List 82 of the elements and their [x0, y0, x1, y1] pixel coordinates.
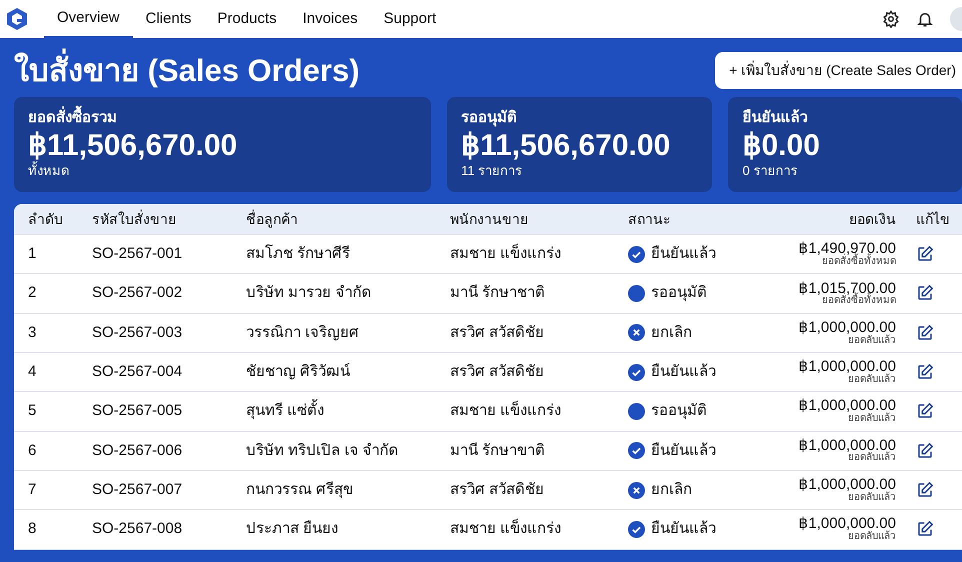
table-cell-text: สมชาย แข็งแกร่ง [449, 518, 562, 540]
table-cell-text: SO-2567-003 [91, 322, 184, 343]
amount-caption: ยอดลับแล้ว [847, 336, 896, 346]
column-header: สถานะ [627, 210, 672, 229]
edit-icon[interactable] [916, 363, 934, 381]
table-cell-text: SO-2567-005 [91, 401, 184, 422]
table-cell-text: สรวิศ สวัสดิชัย [449, 362, 546, 382]
settings-icon[interactable] [882, 10, 900, 28]
column-header: พนักงานขาย [449, 210, 529, 229]
table-cell-text: SO-2567-002 [91, 283, 184, 304]
nav-tab[interactable]: Clients [132, 0, 204, 38]
table-cell-text: 4 [27, 362, 38, 382]
amount: ฿1,000,000.00 [798, 476, 896, 493]
edit-icon[interactable] [916, 442, 934, 460]
stat-caption: 0 รายการ [742, 162, 798, 180]
stat-caption: ทั้งหมด [28, 161, 69, 180]
edit-icon[interactable] [916, 245, 934, 264]
table-cell-text: สมโภช รักษาศีรี [245, 243, 352, 264]
table-cell-text: สมชาย แข็งแกร่ง [449, 400, 562, 422]
bell-icon[interactable] [916, 10, 934, 28]
column-header: รหัสใบสั่งขาย [91, 208, 177, 229]
amount: ฿1,000,000.00 [798, 436, 896, 454]
table-cell-text: SO-2567-004 [91, 362, 184, 382]
table-cell-text: สมชาย แข็งแกร่ง [449, 243, 562, 264]
table-cell-text: 6 [27, 440, 38, 461]
amount: ฿1,000,000.00 [798, 318, 896, 336]
stat-value: ฿11,506,670.00 [28, 130, 238, 162]
edit-icon[interactable] [916, 284, 934, 302]
status-label: ยืนยันแล้ว [651, 362, 716, 382]
stat-label: ยอดสั่งซื้อรวม [28, 107, 418, 130]
table-cell-text: 3 [27, 322, 38, 343]
column-header: ยอดเงิน [848, 212, 897, 227]
stat-caption: 11 รายการ [461, 162, 524, 180]
table-cell-text: SO-2567-007 [91, 480, 184, 500]
stat-value: ฿11,506,670.00 [461, 130, 672, 162]
table-cell-text: 5 [27, 401, 38, 422]
status-label: ยืนยันแล้ว [651, 244, 716, 264]
status-label: รออนุมัติ [651, 283, 707, 304]
table-cell-text: สรวิศ สวัสดิชัย [449, 480, 546, 500]
stat-value: ฿0.00 [742, 130, 821, 162]
nav-tab[interactable]: Overview [44, 0, 133, 38]
column-header: แก้ไข [915, 210, 951, 229]
table-cell-text: วรรณิกา เจริญยศ [245, 322, 360, 343]
column-header: ชื่อลูกค้า [245, 208, 299, 230]
column-header: ลำดับ [27, 210, 64, 229]
amount-caption: ยอดลับแล้ว [847, 532, 896, 543]
edit-icon[interactable] [916, 480, 934, 499]
edit-icon[interactable] [916, 402, 934, 420]
amount-caption: ยอดลับแล้ว [847, 374, 896, 386]
status-label: ยกเลิก [651, 322, 692, 343]
stat-label: รออนุมัติ [461, 108, 518, 128]
edit-icon[interactable] [916, 324, 934, 342]
edit-icon[interactable] [916, 520, 934, 538]
table-cell-text: ชัยชาญ ศิริวัฒน์ [245, 362, 352, 382]
amount-caption: ยอดลับแล้ว [847, 414, 896, 425]
table-cell-text: SO-2567-008 [91, 519, 184, 540]
table-cell-text: 2 [27, 283, 38, 304]
status-label: รออนุมัติ [651, 401, 707, 422]
status-label: ยกเลิก [651, 480, 692, 500]
table-cell-text: SO-2567-006 [91, 440, 184, 461]
create-order-button[interactable]: + เพิ่มใบสั่งขาย (Create Sales Order) [715, 52, 962, 90]
table-cell-text: 1 [27, 244, 38, 264]
amount-caption: ยอดลับแล้ว [848, 453, 896, 464]
nav-tab[interactable]: Support [370, 0, 450, 38]
nav-tab[interactable]: Invoices [290, 0, 371, 38]
table-cell-text: 7 [27, 480, 38, 500]
amount-caption: ยอดลับแล้ว [847, 492, 896, 504]
table-cell-text: สรวิศ สวัสดิชัย [449, 322, 546, 343]
table-cell-text: SO-2567-001 [91, 244, 184, 264]
table-cell-text: มานี รักษาขาติ [449, 440, 546, 461]
nav-tab[interactable]: Products [204, 0, 290, 38]
status-label: ยืนยันแล้ว [651, 440, 716, 461]
table-cell-text: ประภาส ยืนยง [245, 519, 340, 540]
status-label: ยืนยันแล้ว [651, 519, 716, 540]
table-cell-text: กนกวรรณ ศรีสุข [245, 480, 354, 500]
table-cell-text: 8 [27, 519, 38, 540]
logo-icon [6, 7, 28, 31]
table-cell: สุนทรี แซ่ตั้ง [232, 400, 436, 423]
stat-label: ยืนยันแล้ว [742, 108, 808, 128]
table-cell-text: บริษัท ทริปเปิล เจ จำกัด [245, 440, 400, 461]
table-cell-text: บริษัท มารวย จำกัด [245, 283, 372, 304]
table-cell-text: มานี รักษาชาติ [449, 283, 546, 304]
